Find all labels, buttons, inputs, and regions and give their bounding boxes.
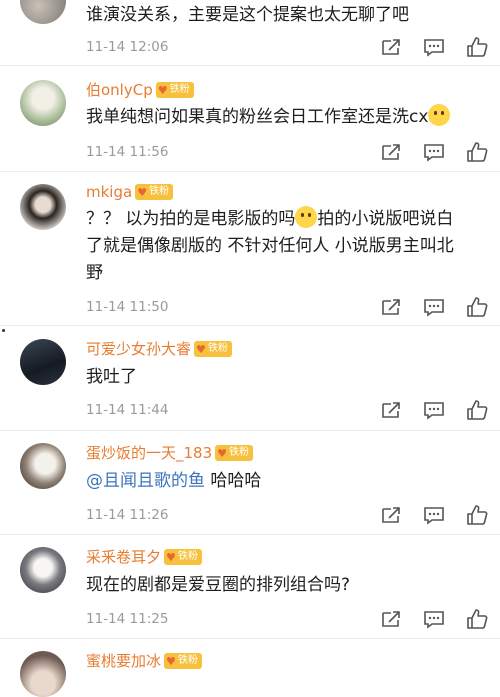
username[interactable]: 采釆卷耳夕 [86, 547, 161, 567]
comment-actions [380, 36, 488, 58]
comment-icon[interactable] [423, 609, 445, 629]
fan-badge: ♥ 铁粉 [155, 82, 194, 98]
heart-icon: ♥ [166, 654, 176, 668]
comment-text: 我吐了 [86, 367, 137, 387]
heart-icon: ♥ [157, 83, 168, 97]
fan-badge: ♥ 铁粉 [194, 341, 232, 357]
username[interactable]: 蛋炒饭的一天_183 [86, 443, 212, 463]
comment-icon[interactable] [423, 142, 445, 162]
share-icon[interactable] [380, 37, 402, 57]
username[interactable]: 可爱少女孙大睿 [86, 339, 191, 359]
avatar[interactable] [20, 80, 66, 126]
comment-item: 蛋炒饭的一天_183 ♥ 铁粉 @且闻且歌的鱼 哈哈哈 11-14 11:26 [0, 431, 500, 535]
avatar[interactable] [20, 339, 66, 385]
comment-actions [380, 399, 488, 421]
like-icon[interactable] [466, 504, 488, 526]
username[interactable]: mkiga [86, 182, 132, 202]
avatar[interactable] [20, 651, 66, 697]
like-icon[interactable] [466, 296, 488, 318]
comment-time: 11-14 11:44 [86, 402, 169, 418]
like-icon[interactable] [466, 36, 488, 58]
comment-time: 11-14 11:50 [86, 299, 169, 315]
comment-actions [380, 504, 488, 526]
comment-icon[interactable] [423, 37, 445, 57]
share-icon[interactable] [380, 142, 402, 162]
comment-actions [380, 296, 488, 318]
like-icon[interactable] [466, 608, 488, 630]
avatar[interactable] [20, 443, 66, 489]
like-icon[interactable] [466, 141, 488, 163]
user-meta: 采釆卷耳夕 ♥ 铁粉 [86, 545, 202, 569]
user-meta: mkiga ♥ 铁粉 [86, 180, 174, 204]
heart-icon: ♥ [196, 342, 206, 356]
share-icon[interactable] [380, 297, 402, 317]
fan-badge: ♥ 铁粉 [164, 549, 202, 565]
comment-icon[interactable] [423, 505, 445, 525]
comment-time: 11-14 11:26 [86, 507, 169, 523]
like-icon[interactable] [466, 399, 488, 421]
share-icon[interactable] [380, 505, 402, 525]
heart-icon: ♥ [137, 185, 148, 199]
comment-text: 我单纯想问如果真的粉丝会日工作室还是洗cx [86, 104, 470, 131]
fan-badge: ♥ 铁粉 [215, 445, 254, 461]
comment-icon[interactable] [423, 400, 445, 420]
username[interactable]: 伯onlyCp [86, 80, 153, 100]
share-icon[interactable] [380, 609, 402, 629]
comment-text: 谁演没关系，主要是这个提案也太无聊了吧 [86, 5, 409, 25]
comment-text: 现在的剧都是爱豆圈的排列组合吗? [86, 575, 351, 595]
comment-text: ？？ 以为拍的是电影版的吗 拍的小说版吧说白了就是偶像剧版的 不针对任何人 小说版… [86, 206, 470, 287]
fan-badge: ♥ 铁粉 [164, 653, 202, 669]
comment-item: 谁演没关系，主要是这个提案也太无聊了吧 11-14 12:06 [0, 0, 500, 66]
share-icon[interactable] [380, 400, 402, 420]
comment-item: 蜜桃要加冰 ♥ 铁粉 [0, 639, 500, 697]
avatar[interactable] [20, 184, 66, 230]
username[interactable]: 蜜桃要加冰 [86, 651, 161, 671]
heart-icon: ♥ [217, 446, 228, 460]
comment-time: 11-14 11:25 [86, 611, 169, 627]
comment-time: 11-14 12:06 [86, 39, 169, 55]
comment-item: 采釆卷耳夕 ♥ 铁粉 现在的剧都是爱豆圈的排列组合吗? 11-14 11:25 [0, 535, 500, 639]
emoji-icon [295, 206, 318, 228]
comment-item: 可爱少女孙大睿 ♥ 铁粉 我吐了 11-14 11:44 [0, 326, 500, 431]
comment-text: @且闻且歌的鱼 哈哈哈 [86, 471, 262, 491]
comment-item: 伯onlyCp ♥ 铁粉 我单纯想问如果真的粉丝会日工作室还是洗cx 11-14 … [0, 66, 500, 172]
comment-item: mkiga ♥ 铁粉 ？？ 以为拍的是电影版的吗 拍的小说版吧说白了就是偶像剧版的 … [0, 172, 500, 326]
comment-time: 11-14 11:56 [86, 144, 169, 160]
user-meta: 蛋炒饭的一天_183 ♥ 铁粉 [86, 441, 254, 465]
fan-badge: ♥ 铁粉 [135, 184, 174, 200]
comment-icon[interactable] [423, 297, 445, 317]
comment-actions [380, 608, 488, 630]
heart-icon: ♥ [166, 550, 176, 564]
user-meta: 可爱少女孙大睿 ♥ 铁粉 [86, 337, 232, 361]
avatar[interactable] [20, 0, 66, 24]
emoji-icon [428, 104, 451, 126]
user-meta: 蜜桃要加冰 ♥ 铁粉 [86, 649, 202, 673]
user-meta: 伯onlyCp ♥ 铁粉 [86, 78, 194, 102]
avatar[interactable] [20, 547, 66, 593]
comment-actions [380, 141, 488, 163]
mention-link[interactable]: @且闻且歌的鱼 [86, 471, 205, 491]
